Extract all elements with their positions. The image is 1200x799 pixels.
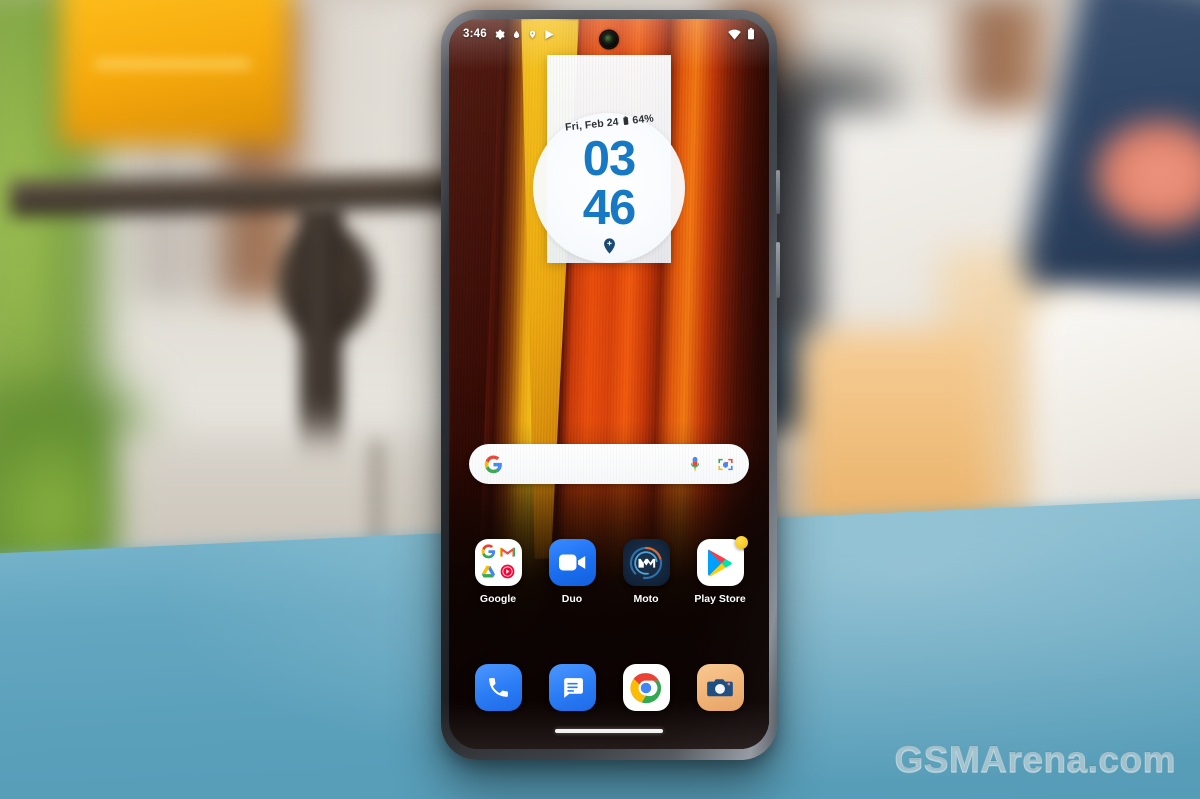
background-yellow-object-highlight (95, 60, 250, 68)
dock (461, 664, 757, 711)
search-bar-texture (469, 444, 749, 484)
chrome-icon[interactable] (622, 664, 670, 711)
wifi-icon (728, 29, 741, 40)
phone-screen[interactable]: 3:46 Fri, Feb 24 64% 03 46 Google Duo Mo… (449, 19, 769, 749)
update-badge-dot (735, 536, 748, 549)
site-watermark: GSMArena.com (894, 739, 1176, 781)
app-label: Play Store (694, 593, 746, 605)
location-pin-icon (528, 29, 537, 40)
app-duo[interactable]: Duo (539, 539, 605, 605)
google-search-bar[interactable] (469, 444, 749, 484)
moto-icon[interactable] (622, 539, 670, 586)
google-g-icon (484, 454, 503, 474)
google-search-mini-icon (481, 544, 496, 564)
dock-app-phone[interactable] (465, 664, 531, 711)
microphone-icon[interactable] (688, 456, 702, 473)
app-label: Google (479, 593, 517, 605)
phone-icon[interactable] (474, 664, 522, 711)
clock-widget[interactable]: Fri, Feb 24 64% 03 46 (533, 55, 685, 263)
gmail-mini-icon (499, 545, 515, 563)
google-folder-icon[interactable] (474, 539, 522, 586)
camera-icon[interactable] (696, 664, 744, 711)
clock-widget-battery-icon (621, 115, 628, 128)
battery-icon (747, 28, 755, 40)
photo-scene: 3:46 Fri, Feb 24 64% 03 46 Google Duo Mo… (0, 0, 1200, 799)
clock-widget-battery-percent: 64% (631, 112, 654, 127)
clock-widget-meta: Fri, Feb 24 64% (564, 112, 654, 133)
status-bar-right (728, 28, 755, 40)
play-badge-icon (544, 29, 555, 40)
clock-widget-content: Fri, Feb 24 64% 03 46 (533, 55, 685, 263)
app-label: Moto (633, 593, 659, 605)
volume-button[interactable] (776, 170, 780, 214)
settings-gear-icon (494, 29, 505, 40)
clock-widget-date: Fri, Feb 24 (564, 116, 619, 134)
front-camera-punch-hole (600, 31, 618, 48)
duo-icon[interactable] (548, 539, 596, 586)
home-screen-app-row: Google Duo Moto Play Store (461, 536, 757, 605)
clock-widget-minutes: 46 (582, 181, 637, 236)
gesture-navigation-pill[interactable] (555, 729, 663, 733)
app-play-store[interactable]: Play Store (687, 536, 753, 605)
background-yellow-object (60, 0, 290, 145)
app-moto[interactable]: Moto (613, 539, 679, 605)
power-button[interactable] (776, 242, 780, 298)
google-drive-mini-icon (481, 565, 496, 584)
status-bar-clock: 3:46 (463, 28, 487, 40)
dock-app-camera[interactable] (687, 664, 753, 711)
droplet-icon (512, 29, 521, 40)
google-lens-icon[interactable] (717, 456, 734, 473)
dock-app-messages[interactable] (539, 664, 605, 711)
messages-icon[interactable] (548, 664, 596, 711)
clock-widget-hours: 03 (582, 132, 637, 186)
smartphone-device: 3:46 Fri, Feb 24 64% 03 46 Google Duo Mo… (441, 10, 780, 760)
app-google[interactable]: Google (465, 539, 531, 605)
app-label: Duo (561, 593, 583, 605)
youtube-music-mini-icon (500, 564, 515, 584)
status-bar-left: 3:46 (463, 28, 555, 40)
clock-widget-location-pin-icon (603, 238, 616, 254)
dock-app-chrome[interactable] (613, 664, 679, 711)
